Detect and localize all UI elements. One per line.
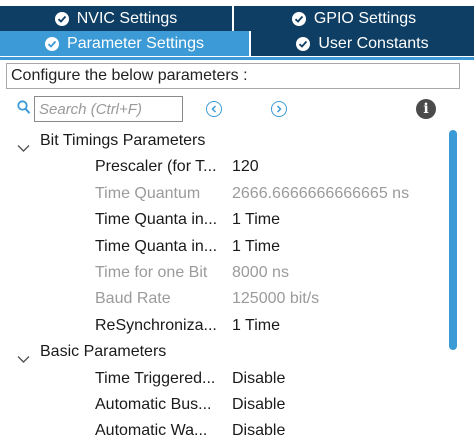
param-name: Time Quanta in... — [95, 211, 218, 229]
check-circle-icon — [291, 11, 306, 26]
param-name: Automatic Wa... — [95, 422, 208, 440]
param-row[interactable]: Time Quanta in... 1 Time — [0, 234, 446, 260]
param-value[interactable]: 1 Time — [232, 234, 280, 260]
param-value[interactable]: Disable — [232, 366, 285, 392]
param-row[interactable]: Time Quanta in... 1 Time — [0, 207, 446, 233]
group-basic-parameters[interactable]: Basic Parameters — [0, 339, 446, 365]
param-value: 2666.6666666666665 ns — [232, 184, 410, 202]
param-row[interactable]: ReSynchroniza... 1 Time — [0, 313, 446, 339]
group-label: Basic Parameters — [40, 343, 167, 361]
tab-label: NVIC Settings — [76, 9, 178, 27]
check-circle-icon — [54, 11, 69, 26]
param-row: Baud Rate 125000 bit/s — [0, 286, 446, 312]
group-label: Bit Timings Parameters — [40, 132, 206, 149]
search-icon — [17, 100, 31, 120]
next-match-button[interactable] — [271, 101, 287, 117]
param-value[interactable]: 1 Time — [232, 207, 280, 233]
param-name: Baud Rate — [95, 290, 171, 308]
param-row: Time for one Bit 8000 ns — [0, 260, 446, 286]
configure-header: Configure the below parameters : — [6, 63, 460, 89]
param-row[interactable]: Prescaler (for T... 120 — [0, 154, 446, 180]
param-name: Time Quantum — [95, 184, 201, 202]
param-name: Time Quanta in... — [95, 237, 218, 255]
param-value[interactable]: Disable — [232, 392, 285, 418]
param-value[interactable]: 1 Time — [232, 313, 280, 339]
chevron-left-icon — [210, 100, 218, 118]
param-name: Time Triggered... — [95, 369, 216, 387]
group-bit-timings[interactable]: Bit Timings Parameters — [0, 128, 446, 154]
check-circle-icon — [296, 36, 311, 51]
tab-label: User Constants — [318, 34, 429, 52]
param-name: Time for one Bit — [95, 263, 208, 281]
parameter-tree: Bit Timings Parameters Prescaler (for T.… — [0, 128, 446, 445]
tab-label: Parameter Settings — [67, 34, 204, 52]
param-value[interactable]: Disable — [232, 418, 285, 444]
info-icon[interactable]: i — [416, 99, 436, 119]
param-value: 8000 ns — [232, 263, 289, 281]
param-name: ReSynchroniza... — [95, 316, 217, 334]
param-value[interactable]: 120 — [232, 154, 259, 180]
param-name: Prescaler (for T... — [95, 158, 217, 176]
tab-label: GPIO Settings — [313, 9, 417, 27]
tab-parameter-settings[interactable]: Parameter Settings — [0, 31, 251, 56]
search-input[interactable] — [34, 96, 183, 122]
previous-match-button[interactable] — [206, 101, 222, 117]
param-name: Automatic Bus... — [95, 395, 212, 413]
tabs-underline — [0, 57, 474, 60]
tab-gpio-settings[interactable]: GPIO Settings — [234, 6, 474, 31]
param-row[interactable]: Automatic Bus... Disable — [0, 392, 446, 418]
param-row[interactable]: Automatic Wa... Disable — [0, 418, 446, 444]
chevron-right-icon — [275, 100, 283, 118]
param-value: 125000 bit/s — [232, 290, 320, 308]
tab-nvic-settings[interactable]: NVIC Settings — [0, 6, 234, 31]
tab-user-constants[interactable]: User Constants — [251, 31, 474, 56]
check-circle-icon — [45, 36, 60, 51]
scrollbar-thumb[interactable] — [449, 130, 457, 350]
param-row: Time Quantum 2666.6666666666665 ns — [0, 181, 446, 207]
param-row[interactable]: Time Triggered... Disable — [0, 366, 446, 392]
